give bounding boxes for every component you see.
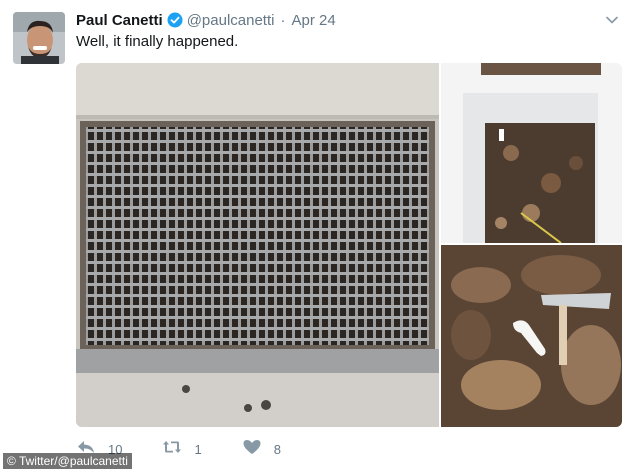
retweet-icon	[162, 438, 182, 461]
image-credit: © Twitter/@paulcanetti	[3, 453, 132, 469]
retweet-button[interactable]: 1	[162, 438, 202, 461]
like-count: 8	[273, 441, 281, 457]
verified-badge-icon	[167, 12, 183, 28]
photo-airpod-in-leaves[interactable]	[441, 245, 622, 427]
display-name[interactable]: Paul Canetti	[76, 12, 163, 29]
tweet-date[interactable]: Apr 24	[291, 12, 335, 29]
tweet-card: Paul Canetti @paulcanetti · Apr 24 Well,…	[0, 0, 634, 470]
header-separator: ·	[280, 11, 286, 29]
tweet-header: Paul Canetti @paulcanetti · Apr 24	[76, 10, 336, 30]
photo-grate-opening[interactable]	[441, 63, 622, 243]
tweet-text: Well, it finally happened.	[76, 33, 239, 50]
user-handle[interactable]: @paulcanetti	[187, 12, 275, 29]
heart-icon	[242, 438, 262, 461]
avatar[interactable]	[13, 12, 65, 64]
chevron-down-icon[interactable]	[604, 12, 620, 28]
like-button[interactable]: 8	[242, 438, 281, 461]
retweet-count: 1	[194, 441, 202, 457]
photo-storm-drain[interactable]	[76, 63, 439, 427]
media-grid	[76, 63, 622, 427]
